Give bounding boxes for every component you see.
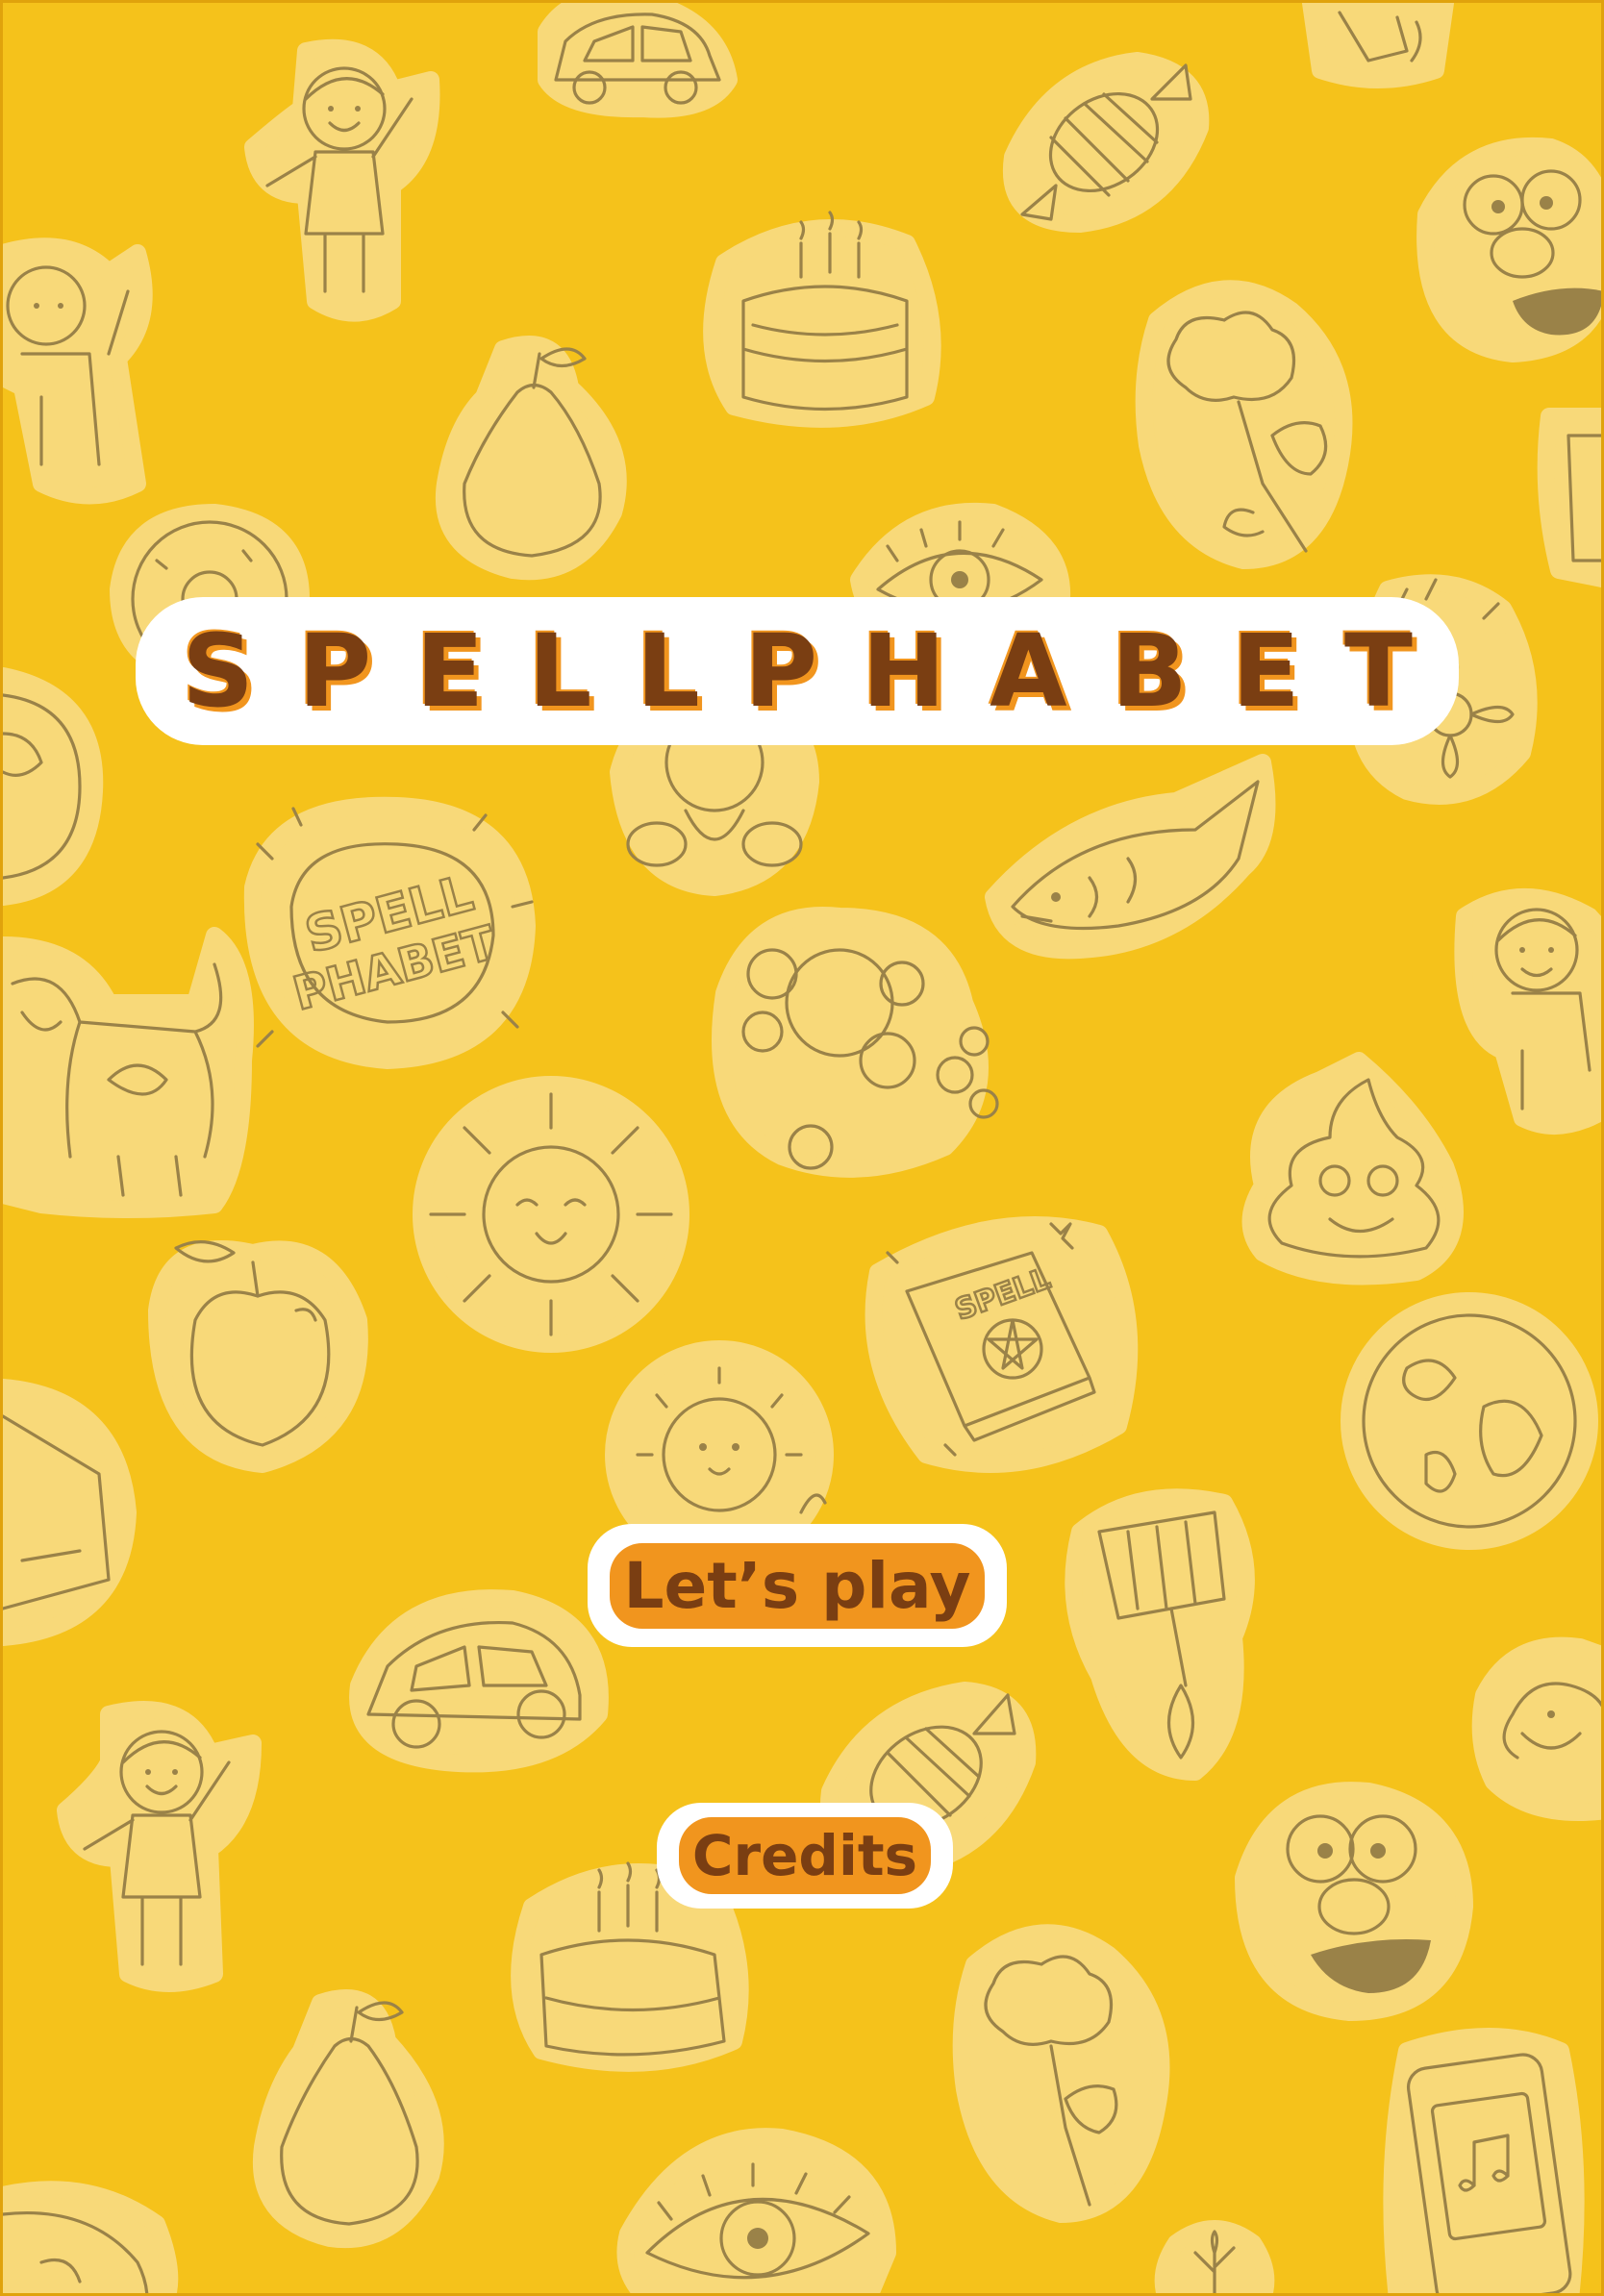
title-letter: E <box>1231 612 1300 730</box>
doodle-background: SPELL PHABET SPELL <box>3 3 1601 2293</box>
game-title: SPELLPHABET <box>136 597 1459 745</box>
title-letter: L <box>636 612 700 730</box>
title-letter: S <box>182 612 254 730</box>
title-letter: T <box>1343 612 1413 730</box>
lets-play-label: Let’s play <box>610 1542 985 1629</box>
title-letter: P <box>298 612 372 730</box>
phone-icon <box>1378 2022 1590 2293</box>
cake-icon <box>695 205 955 436</box>
fish-icon <box>984 753 1282 964</box>
title-letter: L <box>528 612 592 730</box>
pear-icon <box>426 330 638 581</box>
dog-icon <box>3 926 272 1218</box>
lamp-icon <box>1061 1474 1263 1782</box>
credits-button[interactable]: Credits <box>657 1803 953 1909</box>
donut-icon <box>3 2176 179 2293</box>
title-letter: H <box>862 612 946 730</box>
dog-icon <box>1471 1636 1601 1821</box>
globe-icon <box>3 667 104 906</box>
girl-icon <box>244 38 440 322</box>
credits-label: Credits <box>678 1817 932 1894</box>
title-letter: B <box>1111 612 1188 730</box>
flower-icon <box>1154 2214 1275 2293</box>
eye-icon <box>616 2118 897 2293</box>
tree-icon <box>1128 272 1368 570</box>
car-icon <box>339 1580 609 1773</box>
bubbles-icon <box>695 897 1003 1185</box>
title-letter: P <box>743 612 818 730</box>
girl-icon <box>3 234 176 505</box>
apple-icon <box>138 1214 378 1474</box>
lets-play-button[interactable]: Let’s play <box>588 1524 1007 1647</box>
phone-icon <box>1302 3 1454 89</box>
sun-icon <box>407 1070 695 1359</box>
title-letter: E <box>415 612 485 730</box>
monster-icon <box>1224 1772 1474 2022</box>
candy-icon <box>993 41 1215 234</box>
pear-icon <box>243 1984 455 2253</box>
title-text: SPELLPHABET <box>136 597 1459 745</box>
spellbook-icon: SPELL <box>849 1195 1157 1484</box>
globe-icon <box>1340 1291 1599 1551</box>
tree-icon <box>945 1916 1186 2224</box>
phone-icon <box>3 1379 138 1646</box>
main-menu-screen: SPELL PHABET SPELL S P E L L P H A B E T… <box>0 0 1604 2296</box>
car-icon <box>537 3 739 118</box>
badge-icon: SPELL PHABET <box>234 791 541 1070</box>
title-letter: A <box>990 612 1067 730</box>
poop-icon <box>1224 1051 1474 1285</box>
monster-icon <box>1407 137 1601 362</box>
girl-icon <box>57 1695 263 1993</box>
phone-icon <box>1530 408 1601 587</box>
